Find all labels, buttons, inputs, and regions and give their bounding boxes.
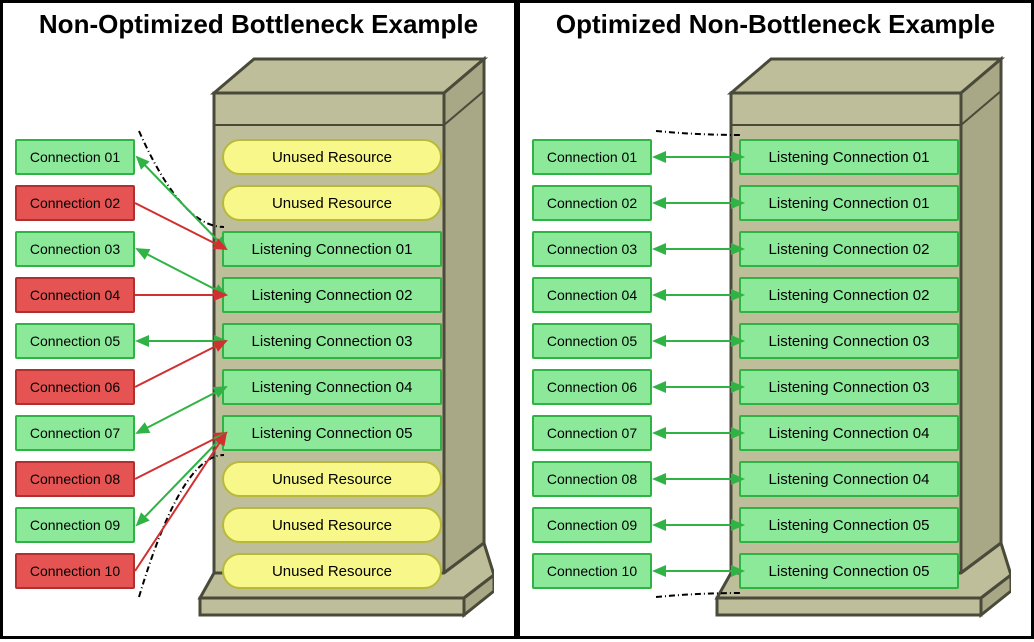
client-connection: Connection 04 [532,277,652,313]
client-connection: Connection 07 [15,415,135,451]
client-connection: Connection 08 [15,461,135,497]
left-title: Non-Optimized Bottleneck Example [3,3,514,46]
listening-connection: Listening Connection 04 [222,369,442,405]
left-connections: Connection 01 Connection 02 Connection 03 C… [15,139,135,589]
listening-connection: Listening Connection 01 [222,231,442,267]
client-connection: Connection 08 [532,461,652,497]
right-title: Optimized Non-Bottleneck Example [520,3,1031,46]
left-resources: Unused Resource Unused Resource Listening … [222,139,442,589]
listening-connection: Listening Connection 04 [739,415,959,451]
listening-connection: Listening Connection 04 [739,461,959,497]
listening-connection: Listening Connection 03 [739,369,959,405]
right-panel: Optimized Non-Bottleneck Example Listeni… [517,0,1034,639]
left-server: Unused Resource Unused Resource Listening … [194,53,494,613]
client-connection: Connection 02 [532,185,652,221]
listening-connection: Listening Connection 03 [739,323,959,359]
right-resources: Listening Connection 01 Listening Connect… [739,139,959,589]
listening-connection: Listening Connection 05 [222,415,442,451]
listening-connection: Listening Connection 02 [739,231,959,267]
listening-connection: Listening Connection 02 [739,277,959,313]
client-connection: Connection 05 [532,323,652,359]
client-connection: Connection 10 [15,553,135,589]
client-connection: Connection 03 [532,231,652,267]
diagram-container: Non-Optimized Bottleneck Example Unused … [0,0,1034,639]
listening-connection: Listening Connection 03 [222,323,442,359]
listening-connection: Listening Connection 05 [739,553,959,589]
listening-connection: Listening Connection 05 [739,507,959,543]
client-connection: Connection 04 [15,277,135,313]
client-connection: Connection 02 [15,185,135,221]
client-connection: Connection 10 [532,553,652,589]
unused-resource: Unused Resource [222,461,442,497]
listening-connection: Listening Connection 01 [739,139,959,175]
client-connection: Connection 09 [532,507,652,543]
client-connection: Connection 03 [15,231,135,267]
unused-resource: Unused Resource [222,185,442,221]
unused-resource: Unused Resource [222,553,442,589]
client-connection: Connection 06 [532,369,652,405]
client-connection: Connection 01 [532,139,652,175]
client-connection: Connection 01 [15,139,135,175]
listening-connection: Listening Connection 02 [222,277,442,313]
client-connection: Connection 09 [15,507,135,543]
unused-resource: Unused Resource [222,507,442,543]
left-panel: Non-Optimized Bottleneck Example Unused … [0,0,517,639]
client-connection: Connection 06 [15,369,135,405]
right-server: Listening Connection 01 Listening Connect… [711,53,1011,613]
listening-connection: Listening Connection 01 [739,185,959,221]
unused-resource: Unused Resource [222,139,442,175]
right-connections: Connection 01 Connection 02 Connection 03 C… [532,139,652,589]
client-connection: Connection 05 [15,323,135,359]
client-connection: Connection 07 [532,415,652,451]
